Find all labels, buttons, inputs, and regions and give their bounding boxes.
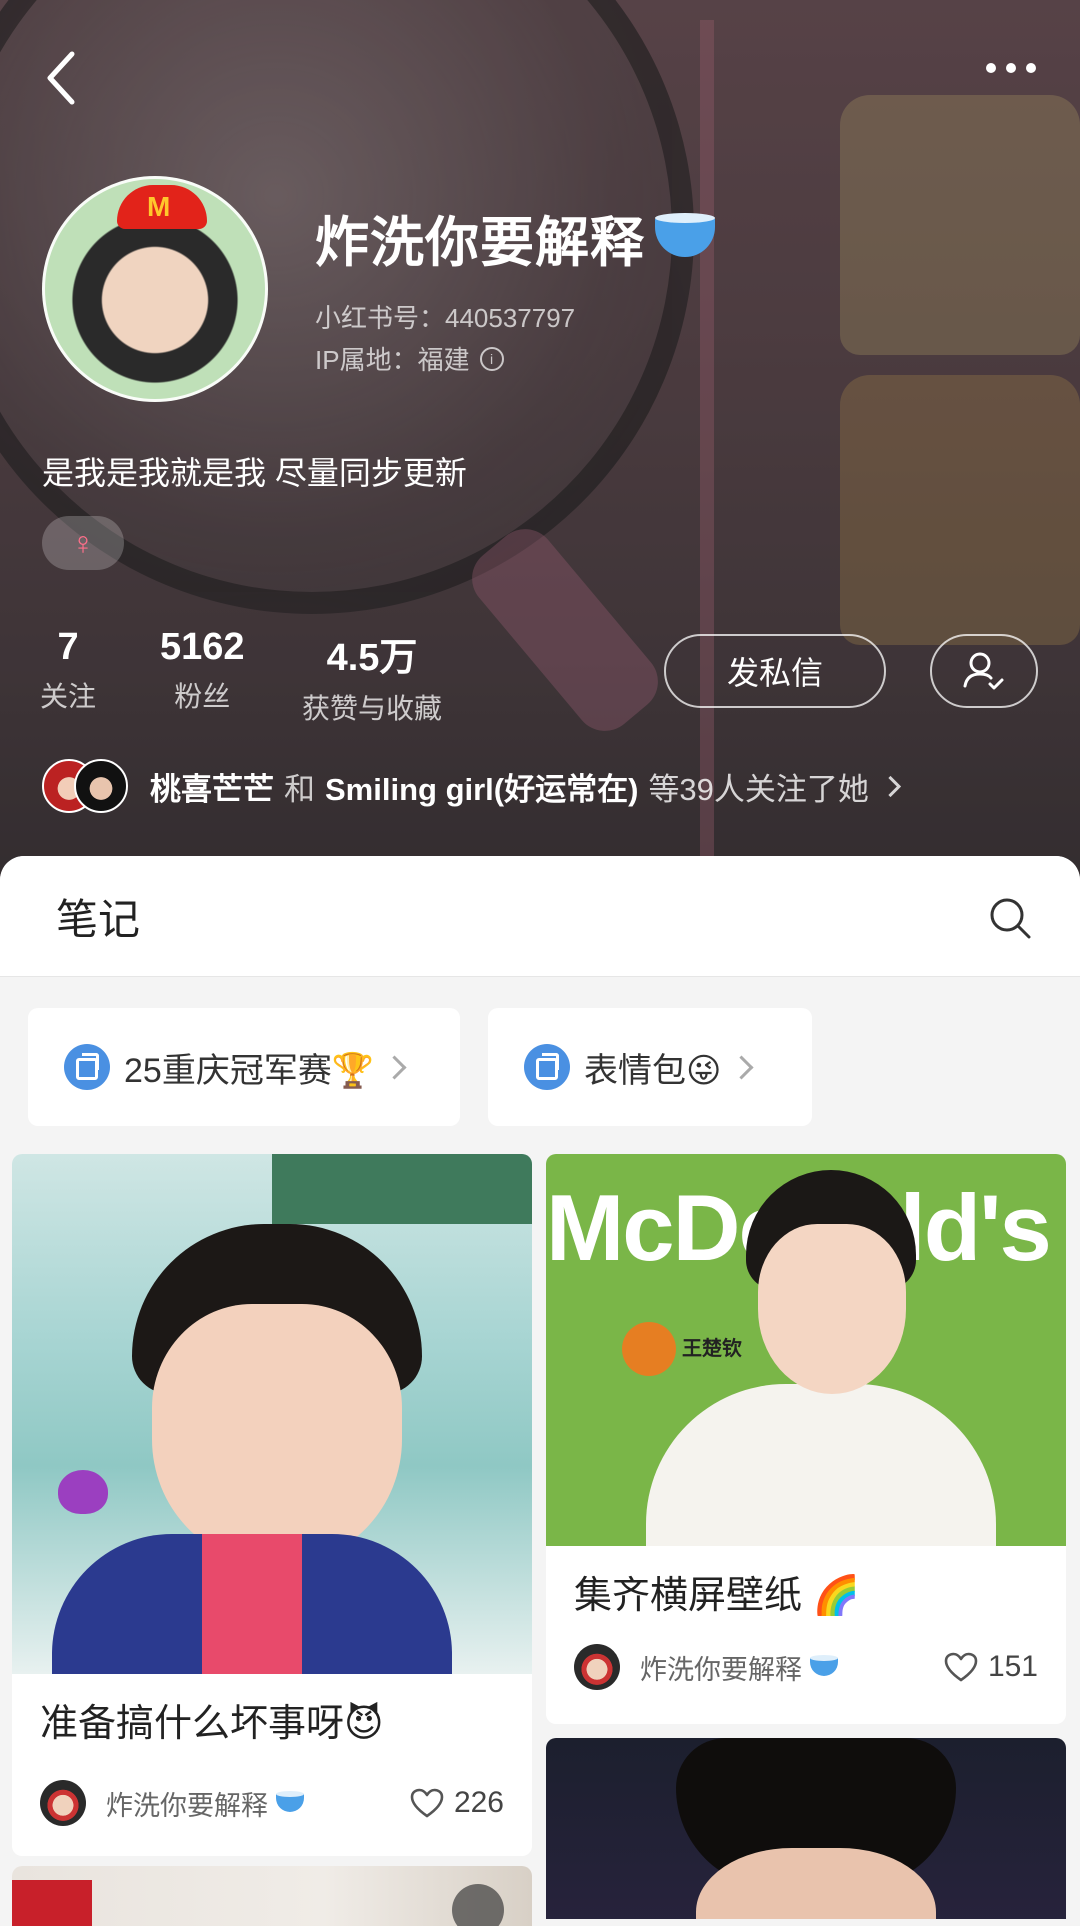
stat-following[interactable]: 7 关注: [40, 626, 96, 715]
chevron-right-icon: [382, 1054, 407, 1080]
info-icon[interactable]: i: [479, 346, 504, 371]
followed-user-icon: [963, 652, 1004, 690]
red-id: 小红书号：440537797: [315, 303, 576, 333]
chevron-right-icon: [879, 775, 902, 797]
album-icon: [524, 1044, 570, 1090]
gender-badge: ♀: [42, 516, 124, 570]
follow-status-button[interactable]: [930, 634, 1038, 708]
author-avatar: [40, 1780, 86, 1826]
message-button[interactable]: 发私信: [664, 634, 886, 708]
album-chip[interactable]: 25重庆冠军赛🏆: [28, 1008, 460, 1126]
back-chevron-icon[interactable]: [42, 48, 82, 108]
profile-bio: 是我是我就是我 尽量同步更新: [42, 455, 467, 491]
heart-icon[interactable]: [410, 1788, 444, 1818]
note-card[interactable]: 准备搞什么坏事呀😈 炸洗你要解释 226: [12, 1154, 532, 1856]
note-cover-image: [12, 1154, 532, 1674]
mutual-avatar: [74, 759, 128, 813]
profile-name: 炸洗你要解释: [315, 198, 715, 277]
note-card[interactable]: McDonald's 王楚钦 集齐横屏壁纸 🌈 炸洗你要解释 151: [546, 1154, 1066, 1724]
brand-logo-icon: [622, 1322, 676, 1376]
note-cover-image: McDonald's 王楚钦: [546, 1154, 1066, 1546]
ip-location: IP属地：福建 i: [315, 340, 504, 377]
album-icon: [64, 1044, 110, 1090]
stat-likes-collects[interactable]: 4.5万 获赞与收藏: [302, 626, 442, 727]
note-footer: 炸洗你要解释 151: [546, 1623, 1066, 1711]
search-icon[interactable]: [988, 896, 1032, 940]
tab-notes[interactable]: 笔记: [56, 886, 140, 947]
profile-header-background: [0, 0, 1080, 880]
note-card[interactable]: [546, 1738, 1066, 1919]
bowl-emoji-icon: [276, 1791, 304, 1812]
more-dots-icon[interactable]: [986, 58, 1046, 78]
heart-icon[interactable]: [944, 1652, 978, 1682]
bowl-emoji-icon: [655, 212, 715, 257]
note-footer: 炸洗你要解释 226: [12, 1759, 532, 1847]
stat-followers[interactable]: 5162 粉丝: [160, 626, 245, 715]
note-title: 集齐横屏壁纸 🌈: [574, 1575, 860, 1617]
avatar[interactable]: M: [42, 176, 268, 402]
notes-tabbar: 笔记: [0, 856, 1080, 977]
note-cover-image: [546, 1738, 1066, 1919]
devil-emoji-icon: [58, 1470, 108, 1514]
note-card[interactable]: [12, 1866, 532, 1926]
bowl-emoji-icon: [810, 1655, 838, 1676]
note-title: 准备搞什么坏事呀😈: [40, 1703, 384, 1745]
author-avatar: [574, 1644, 620, 1690]
album-chip[interactable]: 表情包😜: [488, 1008, 812, 1126]
chevron-right-icon: [729, 1054, 754, 1080]
mutual-followers[interactable]: 桃喜芒芒 和 Smiling girl(好运常在) 等39人关注了她: [42, 756, 902, 816]
